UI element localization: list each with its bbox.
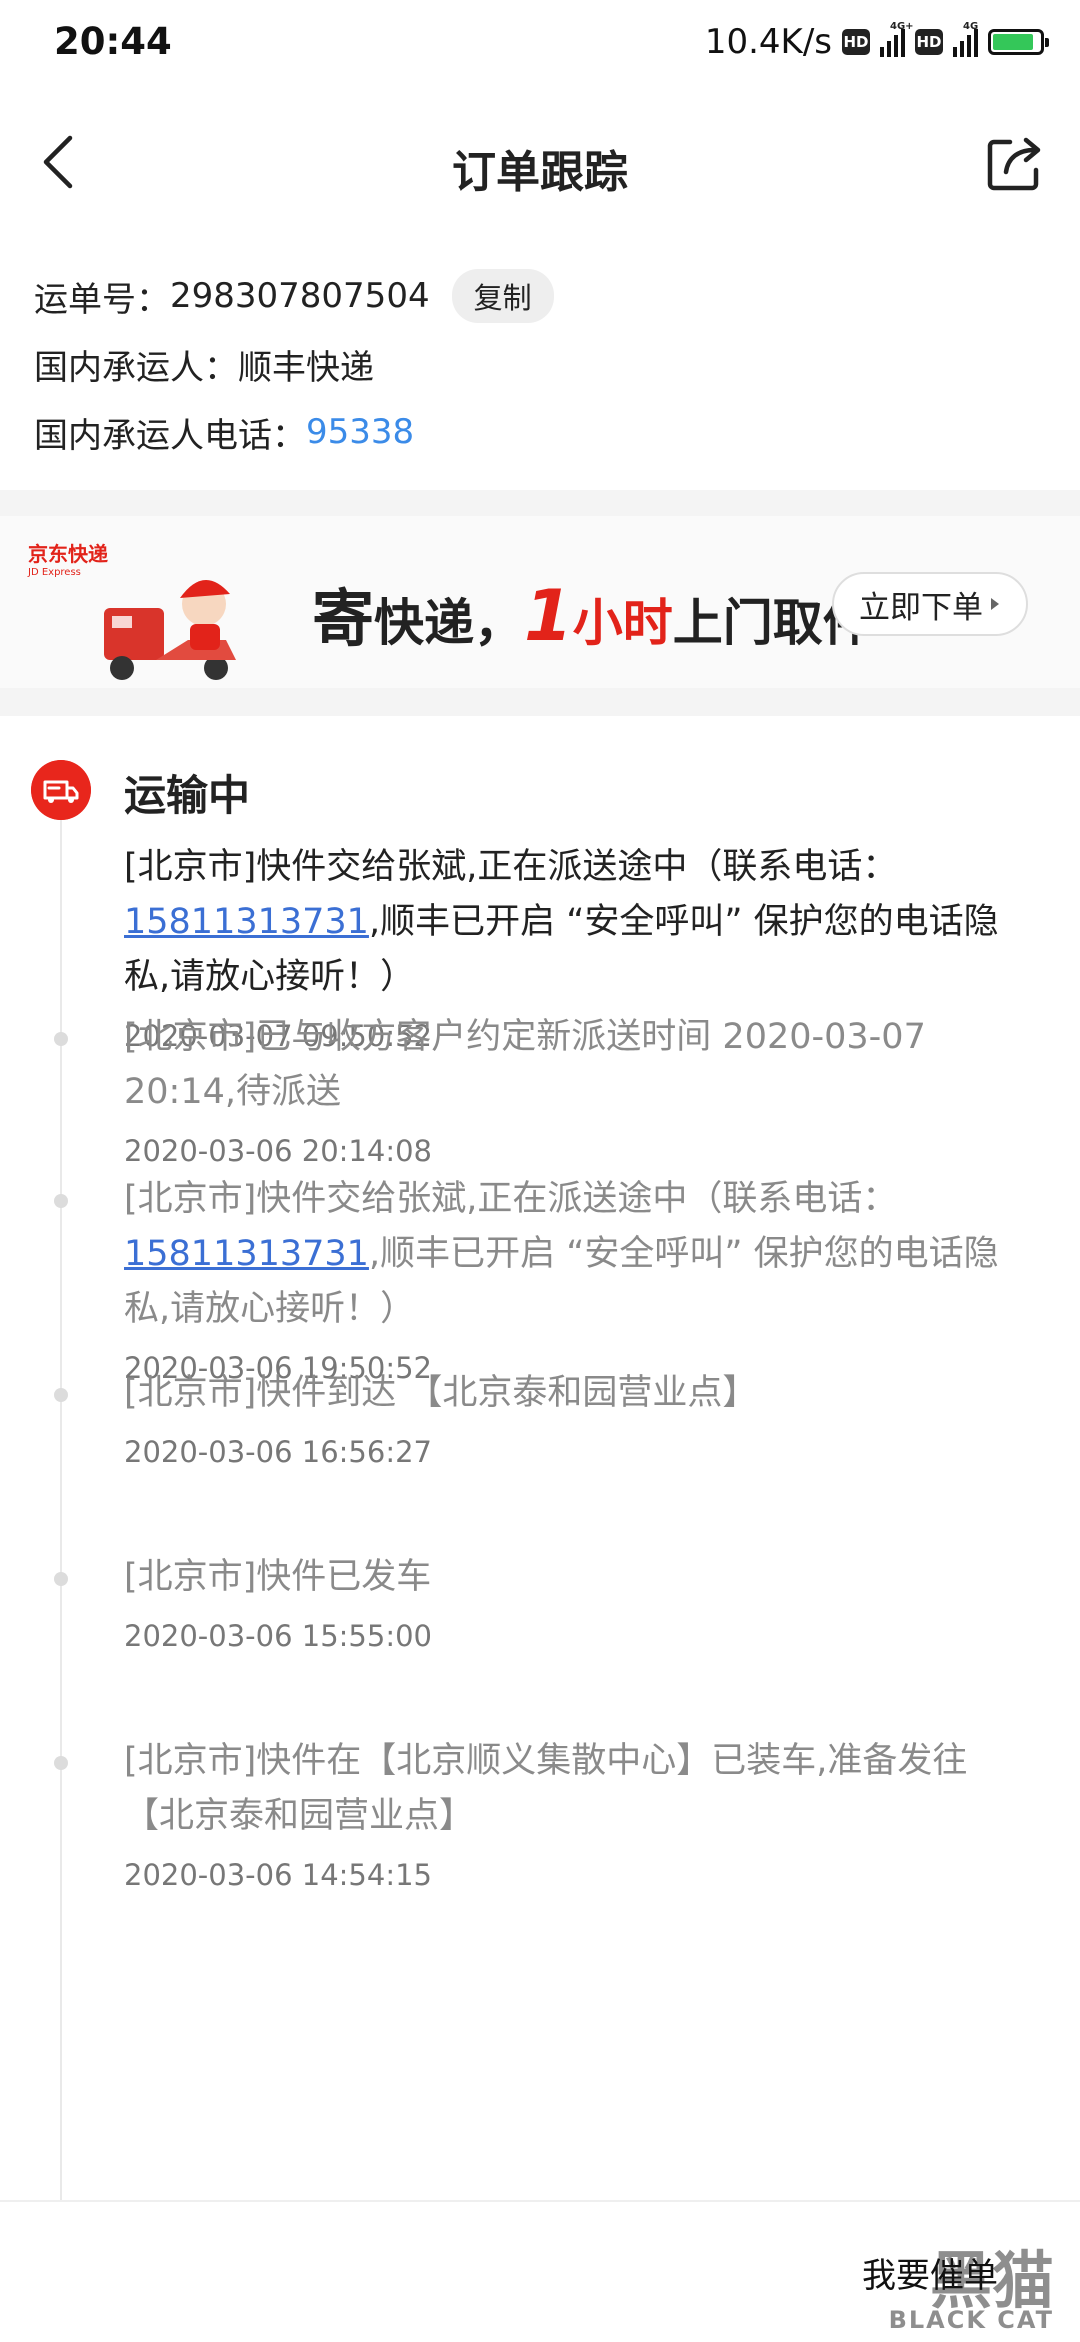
carrier-phone-link[interactable]: 95338 xyxy=(306,412,414,452)
tracking-timeline: 运输中 [北京市]快件交给张斌,正在派送途中（联系电话：15811313731,… xyxy=(0,740,1080,2206)
timeline-dot xyxy=(54,1194,68,1208)
carrier-label: 国内承运人： xyxy=(34,347,238,388)
courier-phone-link[interactable]: 15811313731 xyxy=(124,902,369,942)
courier-phone-link[interactable]: 15811313731 xyxy=(124,1234,369,1274)
timeline-dot xyxy=(54,1388,68,1402)
nav-bar: 订单跟踪 xyxy=(0,92,1080,232)
waybill-label: 运单号： xyxy=(34,279,170,320)
event-text: [北京市]已与收方客户约定新派送时间 2020-03-07 20:14,待派送 xyxy=(124,1017,926,1112)
waybill-number: 298307807504 xyxy=(170,276,430,316)
carrier-row: 国内承运人： 顺丰快递 xyxy=(34,330,1044,398)
timeline-line xyxy=(60,806,62,2206)
copy-button[interactable]: 复制 xyxy=(451,269,554,323)
jd-express-banner[interactable]: 京东快递 JD Express 寄快递，1小时上门取件 立即下单 xyxy=(0,516,1080,688)
timeline-event: [北京市]已与收方客户约定新派送时间 2020-03-07 20:14,待派送 … xyxy=(124,1010,1024,1168)
status-bar: 20:44 10.4K/s HD 4G+ HD 4G xyxy=(0,0,1080,92)
section-divider xyxy=(0,490,1080,516)
event-time: 2020-03-06 15:55:00 xyxy=(124,1619,432,1653)
event-time: 2020-03-06 14:54:15 xyxy=(124,1858,432,1892)
event-time: 2020-03-06 16:56:27 xyxy=(124,1435,432,1469)
urge-order-button[interactable]: 我要催单 xyxy=(862,2248,998,2297)
courier-scooter-icon xyxy=(104,579,236,680)
event-text: [北京市]快件交给张斌,正在派送途中（联系电话：15811313731,顺丰已开… xyxy=(124,1179,999,1329)
hd-badge: HD xyxy=(842,29,870,55)
signal-icon: 4G+ xyxy=(880,21,914,57)
timeline-event: [北京市]快件交给张斌,正在派送途中（联系电话：15811313731,顺丰已开… xyxy=(124,1172,1024,1385)
timeline-dot xyxy=(54,1572,68,1586)
bottom-bar: 黑猫 BLACK CAT 我要催单 xyxy=(0,2200,1080,2342)
event-text: [北京市]快件到达 【北京泰和园营业点】 xyxy=(124,1373,758,1413)
signal-icon-2: 4G xyxy=(953,21,978,57)
event-time: 2020-03-06 20:14:08 xyxy=(124,1134,432,1168)
battery-icon xyxy=(988,29,1049,55)
hd-badge-2: HD xyxy=(915,29,943,55)
share-icon[interactable] xyxy=(984,132,1046,194)
status-icons: 10.4K/s HD 4G+ HD 4G xyxy=(704,21,1049,62)
section-divider-2 xyxy=(0,688,1080,716)
network-speed: 10.4K/s xyxy=(704,22,832,62)
event-text: [北京市]快件交给张斌,正在派送途中（联系电话：15811313731,顺丰已开… xyxy=(124,847,999,997)
banner-slogan: 寄快递，1小时上门取件 xyxy=(312,575,873,657)
waybill-row: 运单号： 298307807504 复制 xyxy=(34,262,1044,330)
event-text: [北京市]快件已发车 xyxy=(124,1557,432,1597)
event-text: [北京市]快件在【北京顺义集散中心】已装车,准备发往【北京泰和园营业点】 xyxy=(124,1741,968,1836)
triangle-right-icon xyxy=(991,598,999,610)
order-info: 运单号： 298307807504 复制 国内承运人： 顺丰快递 国内承运人电话… xyxy=(34,262,1044,466)
timeline-event: [北京市]快件已发车 2020-03-06 15:55:00 xyxy=(124,1550,1024,1653)
order-now-button[interactable]: 立即下单 xyxy=(832,572,1028,636)
carrier-name: 顺丰快递 xyxy=(238,347,374,388)
timeline-dot xyxy=(54,1756,68,1770)
carrier-phone-row: 国内承运人电话： 95338 xyxy=(34,398,1044,466)
timeline-event: [北京市]快件到达 【北京泰和园营业点】 2020-03-06 16:56:27 xyxy=(124,1366,1024,1469)
timeline-dot xyxy=(54,1032,68,1046)
status-time: 20:44 xyxy=(54,20,172,63)
watermark-en: BLACK CAT xyxy=(888,2306,1054,2334)
page-title: 订单跟踪 xyxy=(452,147,628,198)
timeline-event: [北京市]快件在【北京顺义集散中心】已装车,准备发往【北京泰和园营业点】 202… xyxy=(124,1734,1024,1892)
truck-icon xyxy=(31,760,91,820)
shipment-status: 运输中 xyxy=(124,771,251,820)
carrier-phone-label: 国内承运人电话： xyxy=(34,415,306,456)
